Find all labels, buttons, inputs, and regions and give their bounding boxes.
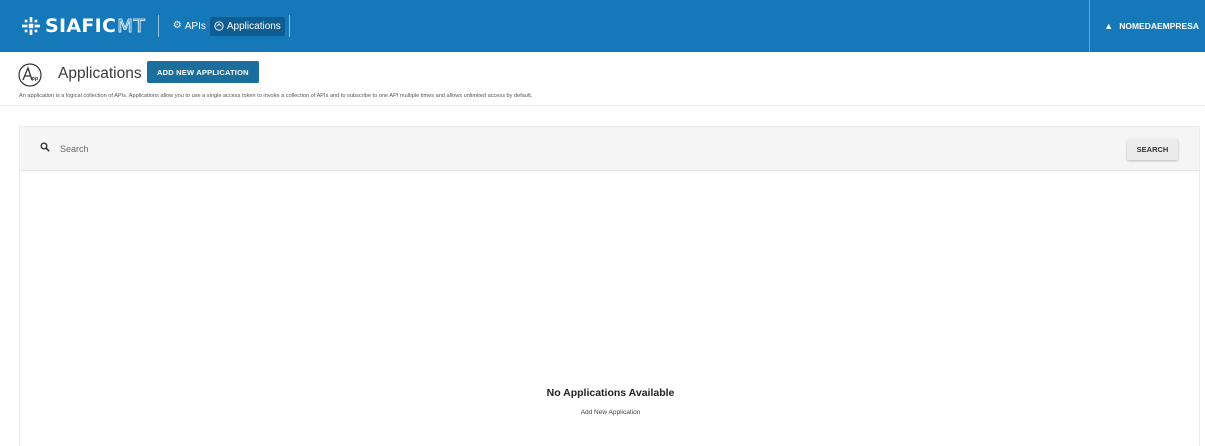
page-title: Applications <box>58 65 142 82</box>
page-description: An application is a logical collection o… <box>19 93 533 99</box>
add-new-application-link[interactable]: Add New Application <box>20 409 1201 416</box>
nav-divider <box>288 15 290 37</box>
page-header: pp Applications ADD NEW APPLICATION An a… <box>0 52 1205 106</box>
search-icon <box>40 142 50 152</box>
logo-mark-icon <box>22 17 40 35</box>
search-bar: SEARCH <box>20 127 1199 171</box>
nav-item-applications[interactable]: Applications <box>209 16 285 36</box>
applications-icon <box>214 21 224 31</box>
applications-panel: SEARCH No Applications Available Add New… <box>19 126 1200 446</box>
search-button[interactable]: SEARCH <box>1127 139 1178 160</box>
nav-item-label: Applications <box>226 20 281 32</box>
search-input[interactable] <box>60 140 1060 158</box>
top-navigation-bar: SIAFIC MT ⚙ APIs Applications ▲ NOMEDAEM… <box>0 0 1205 52</box>
user-name: NOMEDAEMPRESA <box>1119 21 1199 31</box>
empty-state-title: No Applications Available <box>546 387 675 399</box>
gear-icon: ⚙ <box>172 20 182 31</box>
brand-name: SIAFIC <box>45 15 117 37</box>
brand-logo[interactable]: SIAFIC MT <box>22 0 146 52</box>
nav-divider <box>157 15 159 37</box>
svg-text:pp: pp <box>32 76 39 82</box>
user-menu[interactable]: ▲ NOMEDAEMPRESA <box>1089 0 1205 52</box>
user-icon: ▲ <box>1104 21 1114 31</box>
main-nav: ⚙ APIs Applications <box>169 0 290 52</box>
add-new-application-button[interactable]: ADD NEW APPLICATION <box>147 61 259 83</box>
brand-suffix: MT <box>117 15 146 37</box>
nav-item-apis[interactable]: ⚙ APIs <box>169 17 210 36</box>
nav-item-label: APIs <box>184 20 206 32</box>
app-logo-icon: pp <box>18 63 42 87</box>
